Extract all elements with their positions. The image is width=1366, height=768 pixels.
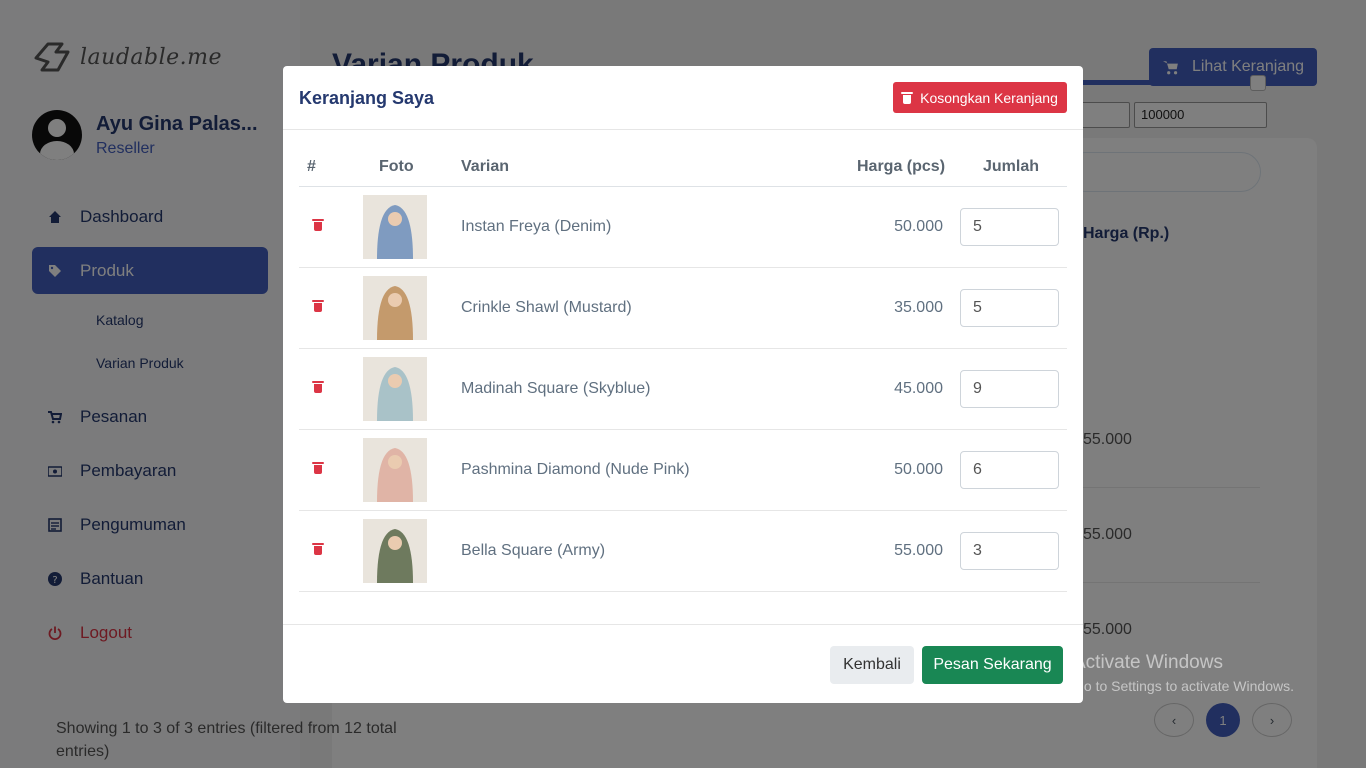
table-row: Madinah Square (Skyblue) 45.000 bbox=[299, 349, 1067, 430]
variant-price: 45.000 bbox=[894, 380, 943, 397]
quantity-input[interactable] bbox=[960, 370, 1059, 408]
quantity-input[interactable] bbox=[960, 532, 1059, 570]
modal-footer: Kembali Pesan Sekarang bbox=[283, 624, 1083, 703]
modal-header: Keranjang Saya Kosongkan Keranjang bbox=[283, 66, 1083, 130]
column-header-jumlah: Jumlah bbox=[983, 158, 1040, 175]
table-header: # Foto Varian Harga (pcs) Jumlah bbox=[299, 146, 1067, 187]
delete-item-icon[interactable] bbox=[312, 219, 324, 231]
product-thumbnail bbox=[363, 195, 427, 259]
product-thumbnail bbox=[363, 357, 427, 421]
variant-name: Bella Square (Army) bbox=[461, 542, 606, 559]
trash-icon bbox=[901, 91, 914, 104]
empty-cart-button[interactable]: Kosongkan Keranjang bbox=[893, 82, 1067, 113]
column-header-harga: Harga (pcs) bbox=[857, 158, 946, 175]
delete-item-icon[interactable] bbox=[312, 543, 324, 555]
watermark-line2: Go to Settings to activate Windows. bbox=[1073, 678, 1294, 694]
modal-title: Keranjang Saya bbox=[299, 88, 435, 108]
column-header-number: # bbox=[307, 158, 316, 175]
quantity-input[interactable] bbox=[960, 208, 1059, 246]
windows-watermark: Activate Windows Go to Settings to activ… bbox=[1073, 652, 1294, 694]
cart-table: # Foto Varian Harga (pcs) Jumlah Instan … bbox=[299, 146, 1067, 592]
quantity-input[interactable] bbox=[960, 289, 1059, 327]
product-thumbnail bbox=[363, 519, 427, 583]
variant-price: 35.000 bbox=[894, 299, 943, 316]
variant-price: 50.000 bbox=[894, 461, 943, 478]
table-row: Bella Square (Army) 55.000 bbox=[299, 511, 1067, 592]
variant-name: Pashmina Diamond (Nude Pink) bbox=[461, 461, 690, 478]
order-now-button[interactable]: Pesan Sekarang bbox=[922, 646, 1063, 684]
quantity-input[interactable] bbox=[960, 451, 1059, 489]
column-header-varian: Varian bbox=[461, 158, 510, 175]
table-row: Crinkle Shawl (Mustard) 35.000 bbox=[299, 268, 1067, 349]
empty-cart-label: Kosongkan Keranjang bbox=[920, 89, 1058, 106]
table-row: Instan Freya (Denim) 50.000 bbox=[299, 187, 1067, 268]
product-thumbnail bbox=[363, 438, 427, 502]
delete-item-icon[interactable] bbox=[312, 462, 324, 474]
delete-item-icon[interactable] bbox=[312, 381, 324, 393]
variant-price: 55.000 bbox=[894, 542, 943, 559]
table-body: Instan Freya (Denim) 50.000 Crinkle Shawl … bbox=[299, 187, 1067, 592]
product-thumbnail bbox=[363, 276, 427, 340]
back-button[interactable]: Kembali bbox=[830, 646, 914, 684]
variant-name: Madinah Square (Skyblue) bbox=[461, 380, 651, 397]
variant-price: 50.000 bbox=[894, 218, 943, 235]
watermark-line1: Activate Windows bbox=[1073, 652, 1223, 673]
delete-item-icon[interactable] bbox=[312, 300, 324, 312]
table-row: Pashmina Diamond (Nude Pink) 50.000 bbox=[299, 430, 1067, 511]
variant-name: Instan Freya (Denim) bbox=[461, 218, 612, 235]
column-header-foto: Foto bbox=[379, 158, 414, 175]
cart-modal: Keranjang Saya Kosongkan Keranjang # Fot… bbox=[283, 66, 1083, 703]
variant-name: Crinkle Shawl (Mustard) bbox=[461, 299, 632, 316]
